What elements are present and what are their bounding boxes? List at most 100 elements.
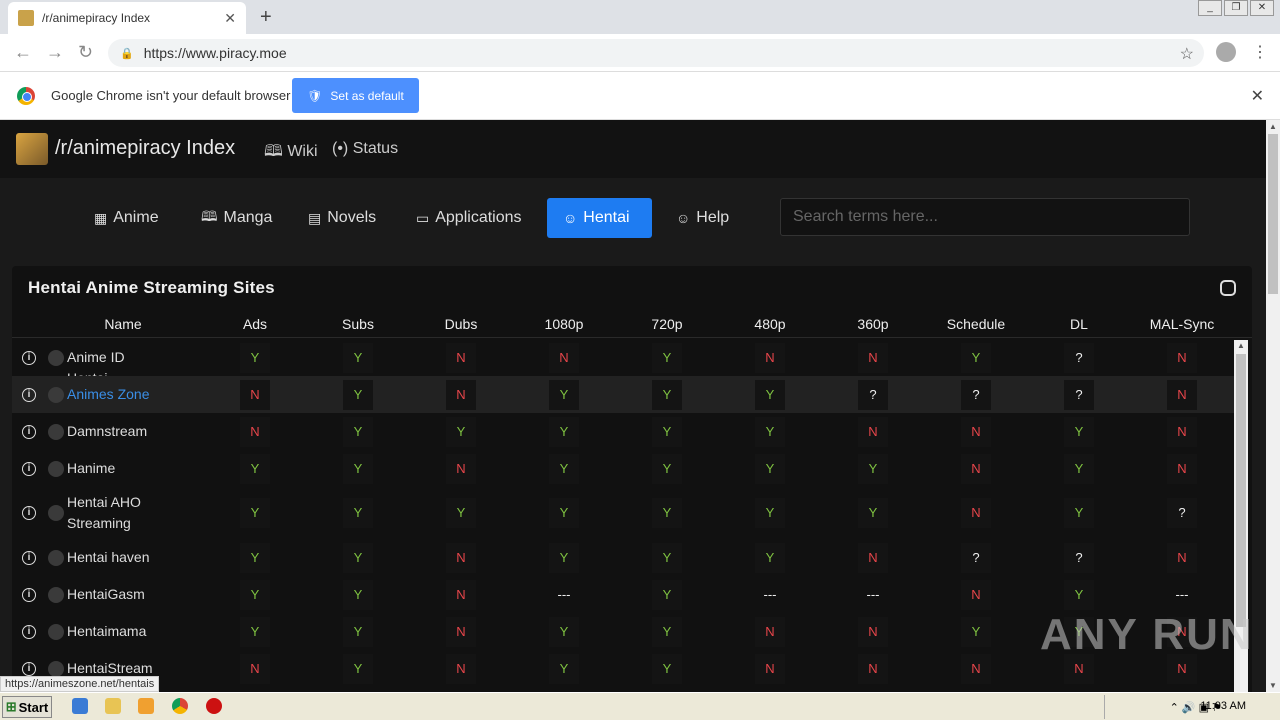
cell-ads: Y	[240, 342, 270, 373]
status-dot	[48, 660, 64, 677]
page-scrollbar[interactable]: ▲ ▼	[1266, 120, 1280, 692]
cell-subs: Y	[343, 379, 373, 410]
page-scroll-up-icon[interactable]: ▲	[1269, 122, 1277, 131]
column-header-name[interactable]: Name	[83, 316, 163, 332]
opera-icon[interactable]	[206, 698, 222, 714]
url-bar[interactable]: 🔒 https://www.piracy.moe ☆	[108, 39, 1204, 67]
infobar-close-icon[interactable]: ✕	[1251, 86, 1264, 106]
status-dot	[48, 586, 64, 603]
back-icon[interactable]: ←	[14, 42, 32, 63]
bookmark-star-icon[interactable]: ☆	[1180, 44, 1194, 64]
cell-mal-sync: N	[1167, 453, 1197, 484]
table-scroll-thumb[interactable]	[1236, 354, 1246, 627]
chrome-taskbar-icon[interactable]	[172, 698, 188, 714]
cell-dl: ?	[1064, 379, 1094, 410]
info-icon[interactable]: i	[22, 550, 36, 565]
cell-360p: ?	[858, 379, 888, 410]
tab-anime[interactable]: ▦ Anime	[78, 198, 175, 238]
explorer-folder-icon[interactable]	[105, 698, 121, 714]
cell-mal-sync: N	[1167, 342, 1197, 373]
tab-manga[interactable]: 🕮 Manga	[185, 198, 288, 238]
table-header: Name Ads Subs Dubs 1080p 720p 480p 360p Schedule…	[12, 310, 1252, 338]
column-header-subs[interactable]: Subs	[318, 316, 398, 332]
restore-icon[interactable]: ❐	[1224, 0, 1248, 16]
toggle-columns-icon[interactable]	[1220, 280, 1236, 296]
status-link[interactable]: (•) Status	[332, 140, 398, 158]
wiki-link[interactable]: 🕮 Wiki	[264, 140, 318, 167]
info-icon[interactable]: i	[22, 506, 36, 520]
browser-tab[interactable]: /r/animepiracy Index ✕	[8, 2, 246, 34]
tab-title: /r/animepiracy Index	[42, 11, 151, 25]
cell-480p: Y	[755, 542, 785, 573]
info-icon[interactable]: i	[22, 461, 36, 476]
site-header: /r/animepiracy Index 🕮 Wiki (•) Status	[0, 120, 1266, 178]
close-window-icon[interactable]: ✕	[1250, 0, 1274, 16]
column-header-ads[interactable]: Ads	[215, 316, 295, 332]
cell-dl: Y	[1064, 579, 1094, 610]
close-tab-icon[interactable]: ✕	[224, 10, 236, 27]
scroll-up-icon[interactable]: ▲	[1237, 341, 1245, 350]
site-name[interactable]: Damnstream	[67, 421, 167, 442]
tab-novels[interactable]: ▤ Novels	[292, 198, 392, 238]
minimize-icon[interactable]: _	[1198, 0, 1222, 16]
page-scroll-down-icon[interactable]: ▼	[1269, 681, 1277, 690]
column-header-schedule[interactable]: Schedule	[936, 316, 1016, 332]
table-row: i HentaiGasm Y Y N --- Y --- --- N Y ---	[12, 576, 1234, 613]
site-logo[interactable]	[16, 133, 48, 165]
tab-hentai[interactable]: ☺ Hentai	[547, 198, 652, 238]
info-icon[interactable]: i	[22, 624, 36, 639]
cell-ads: Y	[240, 453, 270, 484]
media-player-icon[interactable]	[138, 698, 154, 714]
search-input[interactable]: Search terms here...	[780, 198, 1190, 236]
column-header-720p[interactable]: 720p	[627, 316, 707, 332]
column-header-480p[interactable]: 480p	[730, 316, 810, 332]
cell-subs: Y	[343, 653, 373, 684]
site-name[interactable]: Hentai AHO Streaming	[67, 492, 167, 534]
start-button[interactable]: ⊞ Start	[2, 696, 52, 718]
site-name[interactable]: Hentai haven	[67, 547, 167, 568]
site-name[interactable]: HentaiGasm	[67, 584, 167, 605]
kebab-menu-icon[interactable]: ⋮	[1252, 42, 1268, 62]
cell-dl: ?	[1064, 542, 1094, 573]
page-scroll-thumb[interactable]	[1268, 134, 1278, 294]
ie-icon[interactable]	[72, 698, 88, 714]
info-icon[interactable]: i	[22, 350, 36, 365]
info-icon[interactable]: i	[22, 387, 36, 402]
column-header-mal-sync[interactable]: MAL-Sync	[1142, 316, 1222, 332]
site-name[interactable]: Animes Zone	[67, 384, 167, 405]
site-brand[interactable]: /r/animepiracy Index	[55, 137, 235, 160]
column-header-dubs[interactable]: Dubs	[421, 316, 501, 332]
cell-1080p: Y	[549, 498, 579, 528]
site-name[interactable]: Hanime	[67, 458, 167, 479]
cell-dubs: N	[446, 453, 476, 484]
site-name[interactable]: Hentaimama	[67, 621, 167, 642]
cell-720p: Y	[652, 379, 682, 410]
new-tab-icon[interactable]: +	[260, 6, 272, 29]
status-dot	[48, 549, 64, 566]
tab-help[interactable]: ☺ Help	[660, 198, 745, 238]
infobar-text: Google Chrome isn't your default browser	[51, 88, 291, 103]
cell-mal-sync: N	[1167, 542, 1197, 573]
forward-icon[interactable]: →	[46, 42, 64, 63]
site-favicon-icon	[18, 10, 34, 26]
info-icon[interactable]: i	[22, 424, 36, 439]
info-icon[interactable]: i	[22, 587, 36, 602]
document-icon: ▤	[308, 209, 322, 226]
web-page: /r/animepiracy Index 🕮 Wiki (•) Status ▦…	[0, 120, 1266, 692]
cell-ads: Y	[240, 542, 270, 573]
tab-applications[interactable]: ▭ Applications	[400, 198, 538, 238]
cell-480p: Y	[755, 498, 785, 528]
reload-icon[interactable]: ↻	[78, 42, 93, 63]
cell-mal-sync: N	[1167, 379, 1197, 410]
account-avatar-icon[interactable]	[1216, 42, 1236, 62]
column-header-1080p[interactable]: 1080p	[524, 316, 604, 332]
column-header-360p[interactable]: 360p	[833, 316, 913, 332]
clock: 11:03 AM	[1200, 700, 1246, 712]
column-header-dl[interactable]: DL	[1039, 316, 1119, 332]
cell-360p: Y	[858, 498, 888, 528]
cell-mal-sync: ---	[1175, 586, 1189, 602]
film-icon: ▦	[94, 209, 108, 226]
cell-1080p: Y	[549, 416, 579, 447]
set-default-button[interactable]: 🛡 Set as default	[292, 78, 419, 113]
info-icon[interactable]: i	[22, 661, 36, 676]
